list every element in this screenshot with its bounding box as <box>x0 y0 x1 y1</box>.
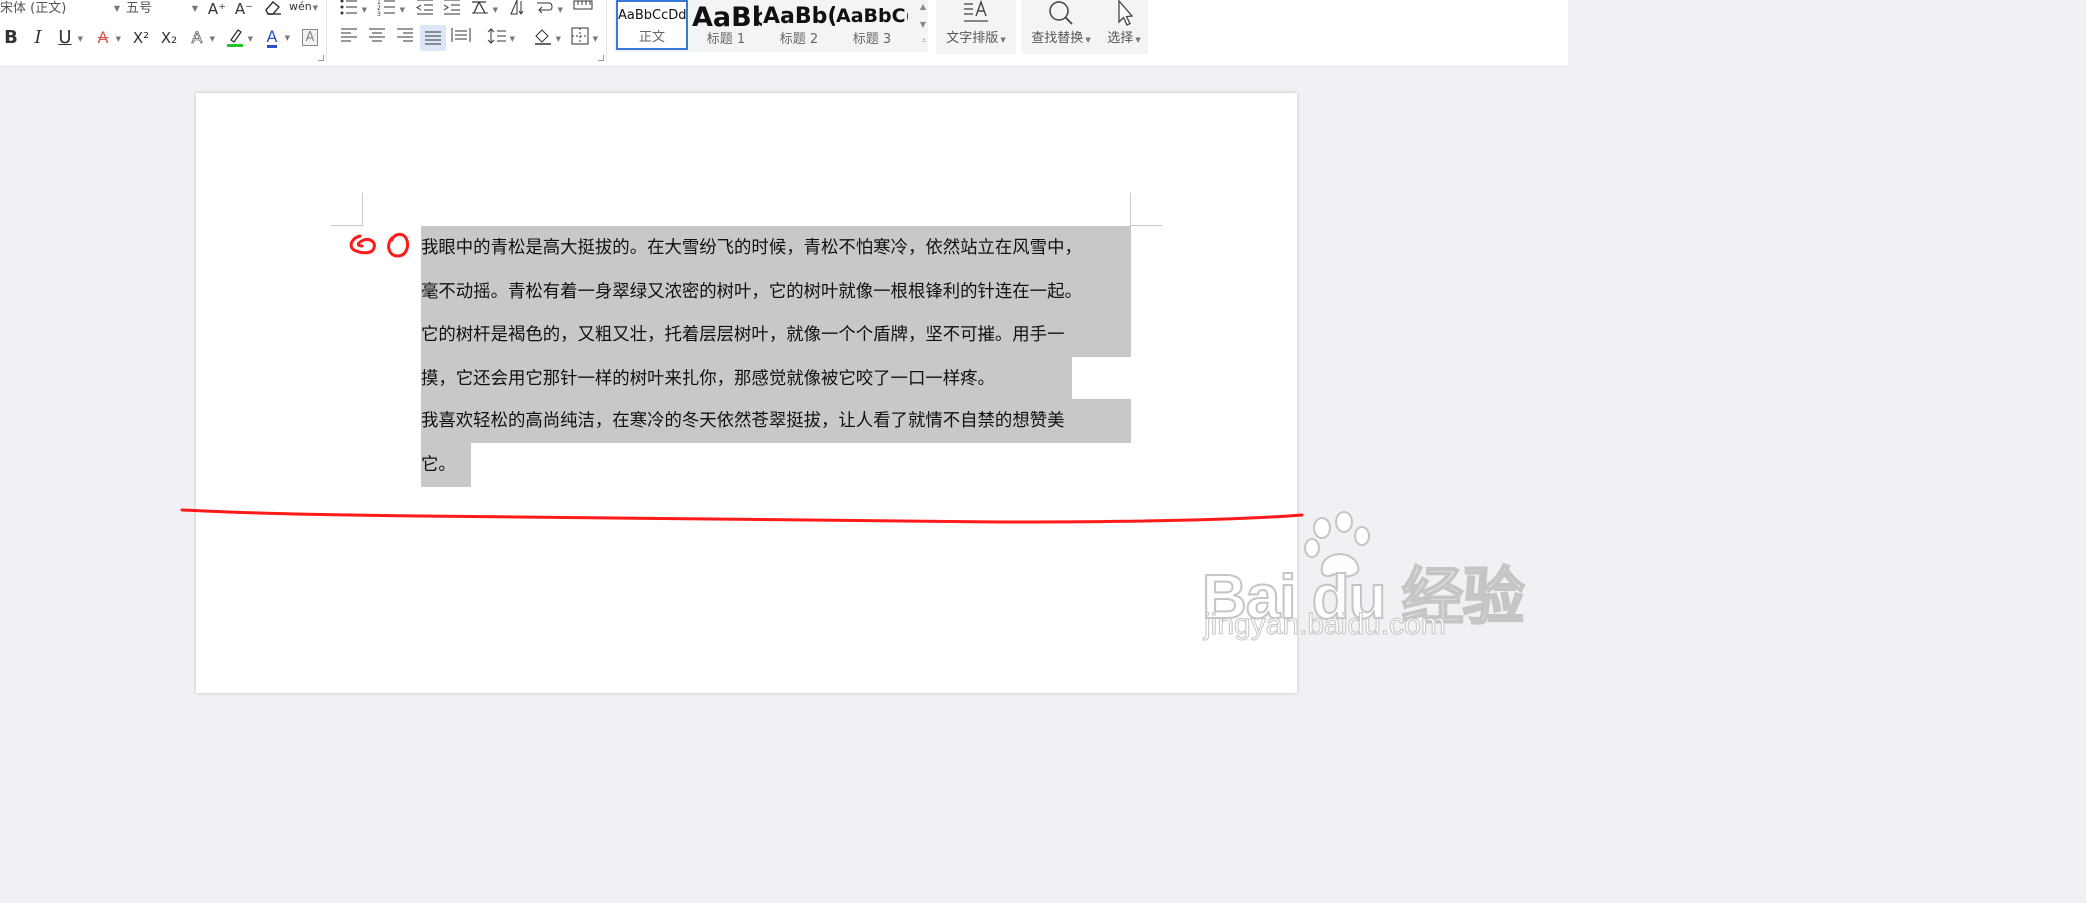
annotation-underline <box>180 508 1304 524</box>
baidu-watermark: Bai du 经验 jingyan.baidu.com <box>1201 508 1526 648</box>
annotation-scribble-1 <box>349 234 376 255</box>
annotation-scribble-2 <box>387 232 410 258</box>
watermark-url: jingyan.baidu.com <box>1204 608 1447 642</box>
